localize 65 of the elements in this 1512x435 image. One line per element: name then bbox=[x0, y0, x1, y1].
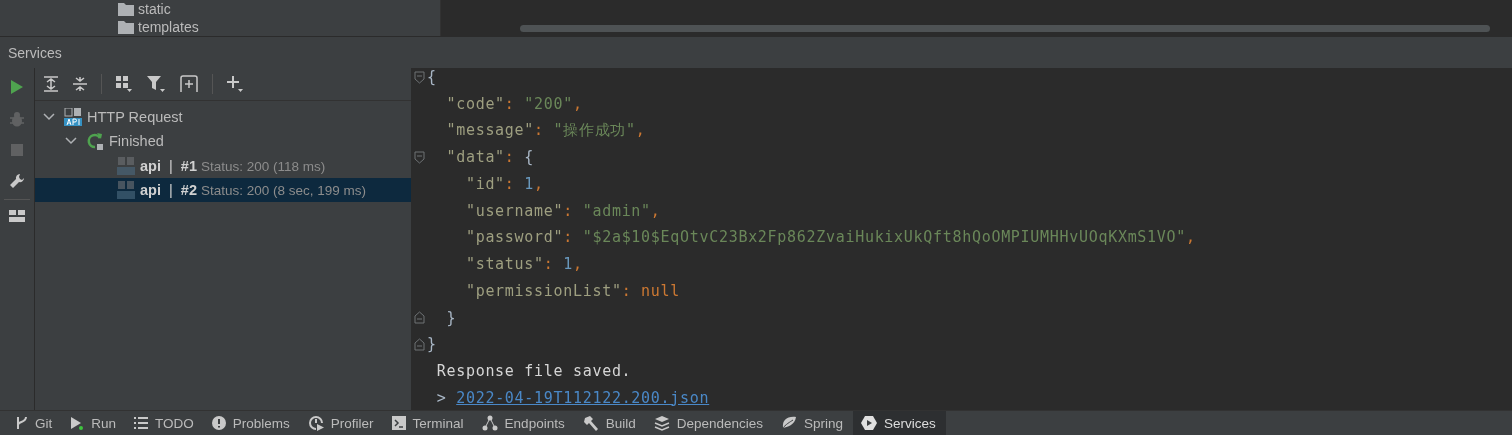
add-icon[interactable] bbox=[226, 75, 244, 93]
code-line: "permissionList": null bbox=[464, 281, 681, 300]
folder-name[interactable]: templates bbox=[138, 19, 199, 35]
folder-name[interactable]: static bbox=[138, 1, 171, 17]
tool-window-tab[interactable]: Profiler bbox=[299, 411, 384, 435]
code-line: } bbox=[427, 335, 437, 354]
services-icon bbox=[861, 415, 878, 431]
tool-window-tab[interactable]: Dependencies bbox=[645, 411, 773, 435]
file-link[interactable]: 2022-04-19T112122.200.json bbox=[456, 388, 710, 407]
terminal-icon bbox=[391, 416, 406, 430]
filter-icon[interactable] bbox=[146, 75, 166, 93]
tool-window-tab[interactable]: TODO bbox=[126, 411, 204, 435]
prompt-marker: > bbox=[436, 388, 447, 407]
fold-icon[interactable] bbox=[414, 150, 425, 164]
code-line: "code": "200", bbox=[445, 95, 583, 114]
code-line: } bbox=[445, 308, 457, 327]
folder-icon bbox=[118, 2, 134, 16]
folder-icon bbox=[118, 20, 134, 34]
api-icon bbox=[117, 156, 135, 175]
list-icon bbox=[134, 417, 149, 429]
tool-window-tab[interactable]: Terminal bbox=[383, 411, 474, 435]
request-row[interactable]: api | #1 Status: 200 (118 ms) bbox=[35, 153, 411, 178]
code-line: "password": "$2a$10$EqOtvC23Bx2Fp862ZvaiHukixUkQft8hQoOMPIUMHHvUOqKXmS1VO", bbox=[464, 228, 1196, 247]
layers-icon bbox=[653, 415, 670, 431]
code-line: "status": 1, bbox=[464, 255, 583, 274]
warning-icon bbox=[211, 416, 226, 430]
run-icon bbox=[70, 416, 85, 430]
fold-icon[interactable] bbox=[414, 337, 425, 351]
tool-window-tab[interactable]: Build bbox=[574, 411, 646, 435]
grid-icon[interactable] bbox=[115, 75, 133, 93]
layout-icon[interactable] bbox=[9, 210, 25, 222]
code-line: "id": 1, bbox=[464, 175, 544, 194]
code-line: "username": "admin", bbox=[464, 201, 661, 220]
code-line: "data": { bbox=[445, 148, 535, 167]
hammer-icon bbox=[582, 415, 599, 431]
tool-window-tab[interactable]: Problems bbox=[203, 411, 300, 435]
tree-node[interactable]: HTTP Request bbox=[87, 109, 183, 126]
scrollbar[interactable] bbox=[520, 25, 1490, 32]
tool-window-tab[interactable]: Services bbox=[853, 411, 946, 435]
expand-all-icon[interactable] bbox=[43, 76, 59, 92]
code-line: { bbox=[427, 68, 437, 87]
request-row[interactable]: api | #2 Status: 200 (8 sec, 199 ms) bbox=[35, 177, 411, 203]
tool-window-tab[interactable]: Spring bbox=[773, 411, 854, 435]
wrench-icon[interactable] bbox=[9, 173, 25, 189]
fold-icon[interactable] bbox=[414, 311, 425, 325]
panel-title: Services bbox=[8, 44, 62, 61]
collapse-all-icon[interactable] bbox=[72, 76, 88, 92]
leaf-icon bbox=[781, 416, 797, 430]
tool-window-tab[interactable]: Git bbox=[8, 411, 63, 435]
refresh-icon bbox=[86, 132, 104, 151]
run-icon[interactable] bbox=[10, 79, 24, 95]
nodes-icon bbox=[481, 415, 498, 431]
chevron-icon[interactable] bbox=[65, 137, 77, 146]
fold-icon[interactable] bbox=[414, 70, 425, 84]
tree-node[interactable]: Finished bbox=[109, 133, 164, 150]
output-message: Response file saved. bbox=[435, 361, 632, 380]
add-pane-icon[interactable] bbox=[179, 75, 199, 93]
tool-window-tab[interactable]: Endpoints bbox=[473, 411, 575, 435]
branch-icon bbox=[16, 416, 28, 430]
code-line: "message": "操作成功", bbox=[445, 121, 646, 141]
tool-window-tab[interactable]: Run bbox=[62, 411, 127, 435]
chevron-icon[interactable] bbox=[43, 113, 55, 122]
api-icon bbox=[64, 108, 82, 127]
gauge-icon bbox=[307, 415, 324, 431]
api-icon bbox=[117, 181, 135, 200]
